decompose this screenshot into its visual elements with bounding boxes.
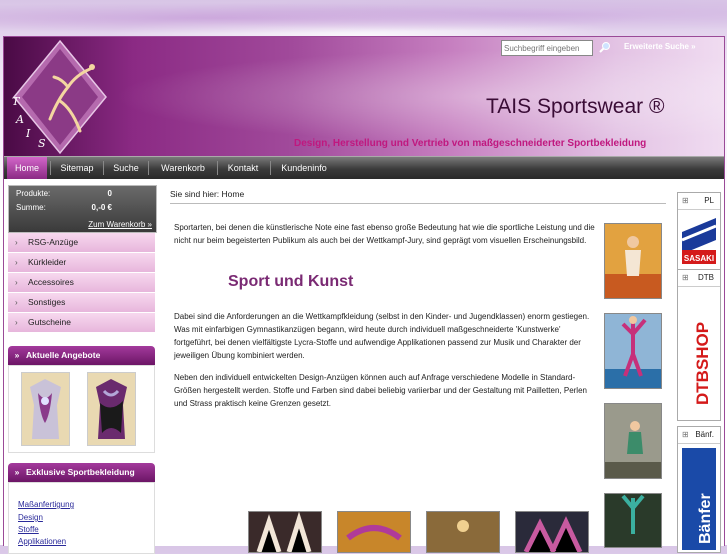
category-label: RSG-Anzüge bbox=[28, 237, 79, 247]
page-frame: T A I S Erweiterte Suche » TAIS Sportswe… bbox=[3, 36, 725, 554]
offers-header: » Aktuelle Angebote bbox=[8, 346, 155, 365]
exclusive-panel: Maßanfertigung Design Stoffe Applikation… bbox=[8, 482, 155, 554]
offers-panel bbox=[8, 365, 155, 453]
offers-title: Aktuelle Angebote bbox=[26, 350, 101, 360]
link-stoffe[interactable]: Stoffe bbox=[18, 525, 39, 534]
category-rsg[interactable]: › RSG-Anzüge bbox=[8, 233, 155, 253]
arrow-icon: › bbox=[15, 298, 18, 307]
banner-title: PL bbox=[704, 196, 714, 205]
banner-dtb[interactable]: ⊞ DTB DTBSHOP bbox=[677, 269, 721, 421]
offer-image-2[interactable] bbox=[87, 372, 136, 446]
svg-text:S: S bbox=[38, 137, 46, 150]
nav-kontakt[interactable]: Kontakt bbox=[222, 157, 264, 179]
banner-pl[interactable]: ⊞ PL SASAKI bbox=[677, 192, 721, 272]
cart-sum-label: Summe: bbox=[16, 203, 46, 212]
nav-kundeninfo[interactable]: Kundeninfo bbox=[276, 157, 332, 179]
advanced-search-link[interactable]: Erweiterte Suche » bbox=[624, 42, 696, 51]
category-sonstiges[interactable]: › Sonstiges bbox=[8, 293, 155, 313]
nav-sitemap[interactable]: Sitemap bbox=[54, 157, 100, 179]
top-ornament bbox=[0, 0, 727, 36]
svg-text:SASAKI: SASAKI bbox=[684, 254, 714, 263]
search-input[interactable] bbox=[501, 40, 593, 56]
double-chevron-icon: » bbox=[14, 467, 20, 477]
bottom-photo-3[interactable] bbox=[426, 511, 500, 553]
search-icon[interactable] bbox=[599, 41, 611, 53]
arrow-icon: › bbox=[15, 258, 18, 267]
paragraph-models: Neben den individuell entwickelten Desig… bbox=[174, 373, 587, 408]
cart-products-value: 0 bbox=[107, 189, 112, 198]
category-accessoires[interactable]: › Accessoires bbox=[8, 273, 155, 293]
arrow-icon: › bbox=[15, 238, 18, 247]
banner-title: Bänf. bbox=[695, 430, 714, 439]
tais-logo[interactable]: T A I S bbox=[10, 39, 118, 155]
gymnast-photo-3[interactable] bbox=[604, 403, 662, 479]
main-nav: Home Sitemap Suche Warenkorb Kontakt Kun… bbox=[4, 156, 724, 179]
brand-title: TAIS Sportswear ® bbox=[486, 95, 665, 118]
category-gutscheine[interactable]: › Gutscheine bbox=[8, 313, 155, 333]
category-list: › RSG-Anzüge › Kürkleider › Accessoires › So… bbox=[8, 233, 155, 333]
nav-suche[interactable]: Suche bbox=[107, 157, 145, 179]
link-icon: ⊞ bbox=[682, 430, 689, 439]
gymnast-photo-2[interactable] bbox=[604, 313, 662, 389]
breadcrumb: Sie sind hier: Home bbox=[170, 189, 666, 204]
link-icon: ⊞ bbox=[682, 273, 689, 282]
link-massanfertigung[interactable]: Maßanfertigung bbox=[18, 500, 74, 509]
nav-warenkorb[interactable]: Warenkorb bbox=[154, 157, 212, 179]
arrow-icon: › bbox=[15, 278, 18, 287]
svg-text:I: I bbox=[25, 127, 31, 140]
banner-title: DTB bbox=[698, 273, 714, 282]
gymnast-photo-1[interactable] bbox=[604, 223, 662, 299]
intro-text: Sportarten, bei denen die künstlerische … bbox=[174, 223, 595, 245]
bottom-photo-4[interactable] bbox=[515, 511, 589, 553]
link-icon: ⊞ bbox=[682, 196, 689, 205]
sasaki-banner: SASAKI bbox=[681, 218, 717, 264]
offer-image-1[interactable] bbox=[21, 372, 70, 446]
nav-home[interactable]: Home bbox=[7, 157, 47, 179]
svg-text:DTBSHOP: DTBSHOP bbox=[693, 322, 712, 405]
cart-summary: Produkte: 0 Summe: 0,-0 € Zum Warenkorb … bbox=[8, 185, 157, 233]
svg-text:A: A bbox=[15, 113, 24, 126]
exclusive-header: » Exklusive Sportbekleidung bbox=[8, 463, 155, 482]
gymnast-photo-4[interactable] bbox=[604, 493, 662, 548]
category-label: Kürkleider bbox=[28, 257, 67, 267]
paragraph-requirements: Dabei sind die Anforderungen an die Wett… bbox=[174, 312, 590, 360]
category-label: Gutscheine bbox=[28, 317, 71, 327]
baenfer-banner: Bänfer bbox=[682, 448, 716, 550]
cart-sum-value: 0,-0 € bbox=[91, 203, 112, 212]
category-label: Sonstiges bbox=[28, 297, 66, 307]
cart-products-label: Produkte: bbox=[16, 189, 51, 198]
svg-text:Bänfer: Bänfer bbox=[697, 493, 714, 544]
category-kuerkleider[interactable]: › Kürkleider bbox=[8, 253, 155, 273]
exclusive-title: Exklusive Sportbekleidung bbox=[26, 467, 135, 477]
banner-baenfer[interactable]: ⊞ Bänf. Bänfer bbox=[677, 426, 721, 553]
header: T A I S Erweiterte Suche » TAIS Sportswe… bbox=[4, 37, 724, 156]
category-label: Accessoires bbox=[28, 277, 74, 287]
arrow-icon: › bbox=[15, 318, 18, 327]
bottom-photo-1[interactable] bbox=[248, 511, 322, 553]
section-heading: Sport und Kunst bbox=[228, 273, 354, 290]
link-design[interactable]: Design bbox=[18, 513, 43, 522]
bottom-photo-2[interactable] bbox=[337, 511, 411, 553]
dtb-shop-banner: DTBSHOP bbox=[686, 291, 712, 411]
tagline: Design, Herstellung und Vertrieb von maß… bbox=[294, 138, 647, 149]
double-chevron-icon: » bbox=[14, 350, 20, 360]
cart-link[interactable]: Zum Warenkorb » bbox=[88, 220, 152, 229]
